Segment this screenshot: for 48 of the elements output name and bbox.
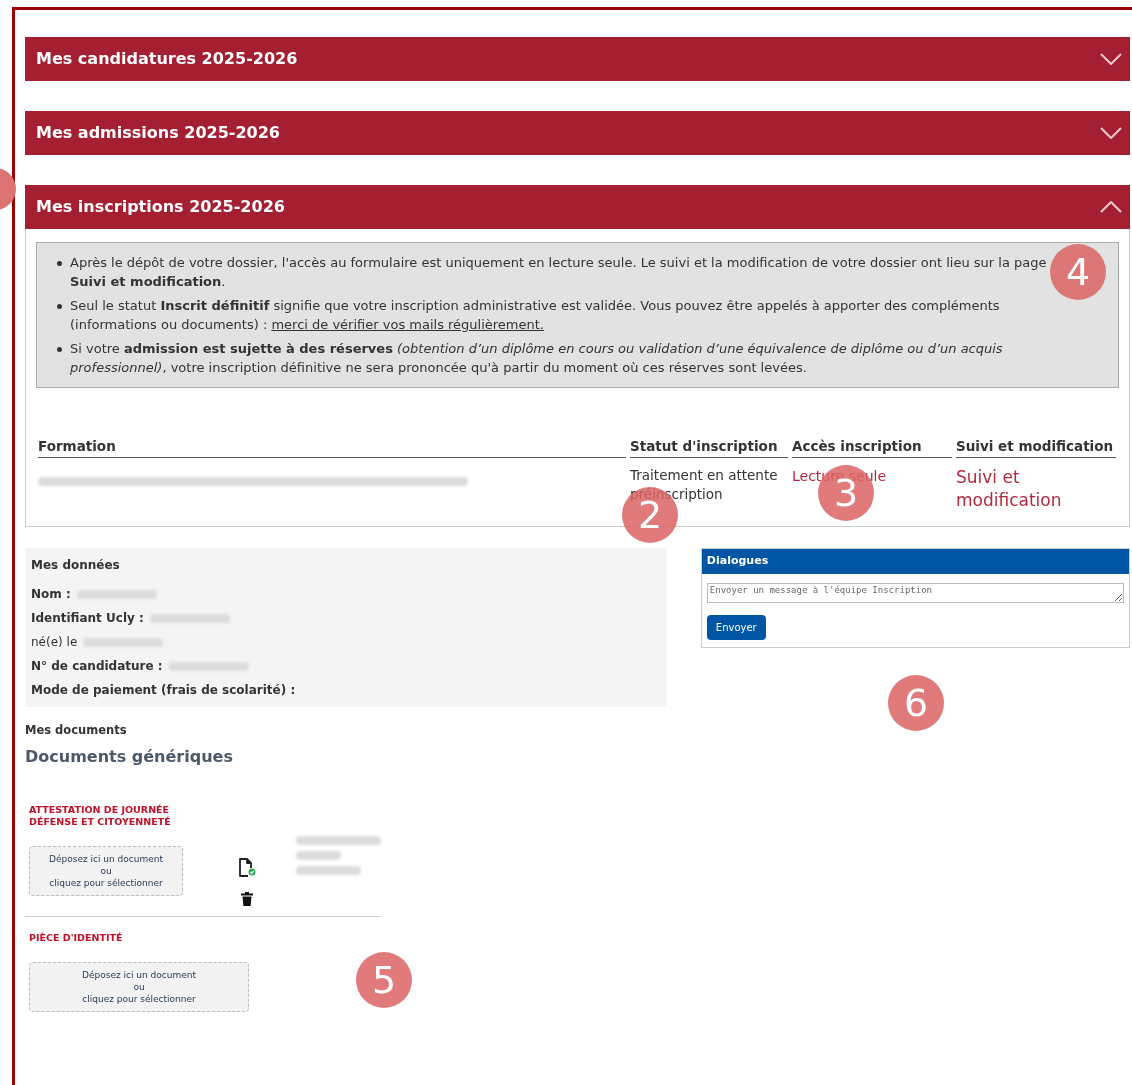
annotation-number: 5 <box>356 952 412 1008</box>
dropzone-text: cliquez pour sélectionner <box>49 877 163 890</box>
redacted-value <box>296 851 341 861</box>
dropzone-text: Déposez ici un document <box>49 853 163 866</box>
field-label: N° de candidature : <box>31 658 163 675</box>
field-label: Nom : <box>31 586 71 603</box>
accordion-header[interactable]: Mes inscriptions 2025-2026 <box>25 185 1130 229</box>
accordion-header[interactable]: Mes candidatures 2025-2026 <box>25 37 1130 81</box>
field-label: né(e) le <box>31 634 78 651</box>
chevron-up-icon <box>1100 201 1122 213</box>
bullet-icon <box>57 347 62 352</box>
send-button[interactable]: Envoyer <box>706 615 766 640</box>
link[interactable]: merci de vérifier vos mails régulièrement. <box>271 317 544 332</box>
accordion-title: Mes candidatures 2025-2026 <box>36 48 298 70</box>
bullet-icon <box>57 261 62 266</box>
field-label: Identifiant Ucly : <box>31 610 144 627</box>
notice-text: Seul le statut Inscrit définitif signifie que votre inscription administrative est validée. Vous pouvez être appelés à apporter des compléments (informations ou documents) : merci de vérifier vos mails régulièrement. <box>70 297 1001 334</box>
annotation-number: 6 <box>888 675 944 731</box>
column-header: Suivi et modification <box>956 418 1116 458</box>
chevron-down-icon <box>1100 53 1122 65</box>
panel-title: Dialogues <box>701 549 1129 574</box>
panel-title: Mes données <box>31 557 121 574</box>
dropzone-text: cliquez pour sélectionner <box>82 993 196 1006</box>
section-heading: Mes documents <box>25 722 128 739</box>
accordion-header[interactable]: Mes admissions 2025-2026 <box>25 111 1130 155</box>
document-title: ATTESTATION DE JOURNÉE DÉFENSE ET CITOYENNETÉ <box>29 804 172 829</box>
bullet-icon <box>57 304 62 309</box>
column-header: Accès inscription <box>792 418 952 458</box>
column-header: Formation <box>38 418 626 458</box>
dropzone-text: Déposez ici un document <box>82 969 196 982</box>
accordion-title: Mes admissions 2025-2026 <box>36 122 280 144</box>
message-field[interactable]: Envoyer un message à l'équipe Inscription <box>706 583 1124 603</box>
dropzone-text: ou <box>100 865 112 878</box>
file-check-icon[interactable] <box>238 858 256 879</box>
column-header: Statut d'inscription <box>630 418 788 458</box>
dropzone[interactable]: Déposez ici un document ou cliquez pour sélectionner <box>29 846 183 897</box>
notice-text: Si votre admission est sujette à des réserves (obtention d’un diplôme en cours ou validation d’une équivalence de diplôme ou d’un acquis professionnel), votre inscription définitive ne sera prononcée qu'à partir du moment où ces réserves sont levées. <box>70 340 1004 377</box>
dropzone[interactable]: Déposez ici un document ou cliquez pour sélectionner <box>29 962 249 1013</box>
field-label: Mode de paiement (frais de scolarité) : <box>31 682 296 699</box>
chevron-down-icon <box>1100 127 1122 139</box>
redacted-value <box>296 866 361 876</box>
section-subheading: Documents génériques <box>25 746 234 769</box>
trash-icon[interactable] <box>241 892 253 907</box>
document-title: PIÈCE D'IDENTITÉ <box>29 932 124 945</box>
follow-up-link[interactable]: Suivi et modification <box>956 466 1116 512</box>
dropzone-text: ou <box>133 981 145 994</box>
accordion-title: Mes inscriptions 2025-2026 <box>36 196 285 218</box>
notice-text: Après le dépôt de votre dossier, l'accès au formulaire est uniquement en lecture seule. Le suivi et la modification de votre dossier ont lieu sur la page Suivi et modification. <box>70 254 1048 291</box>
